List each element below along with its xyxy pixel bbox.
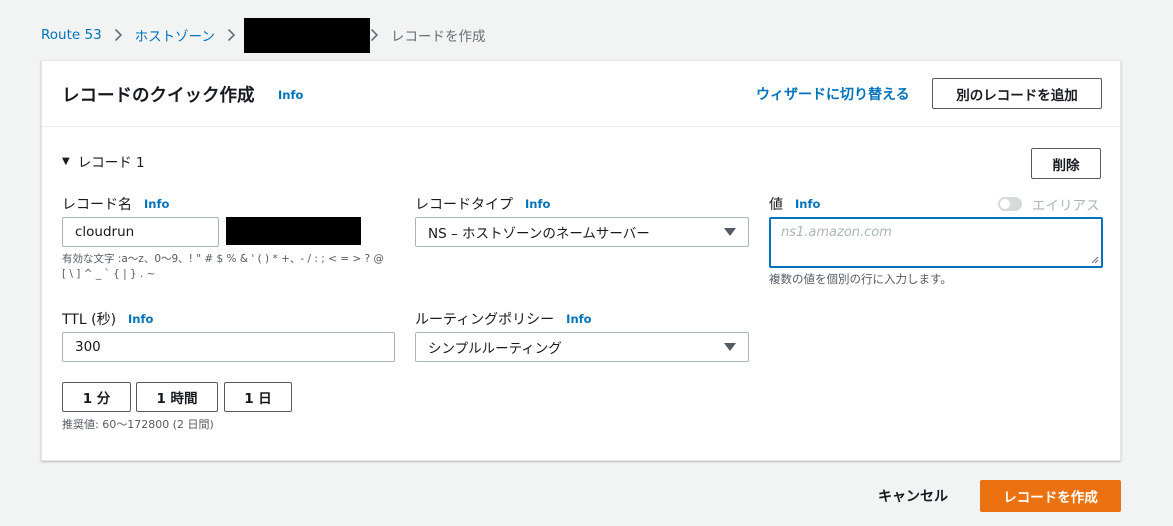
- routing-policy-label: ルーティングポリシー Info: [415, 309, 592, 329]
- title-info-link[interactable]: Info: [278, 88, 303, 102]
- resize-handle-icon[interactable]: [1091, 256, 1099, 264]
- ttl-value: 300: [75, 339, 101, 355]
- ttl-label: TTL (秒) Info: [62, 309, 153, 329]
- ttl-info-link[interactable]: Info: [128, 312, 153, 326]
- record-name-label-text: レコード名: [62, 197, 132, 213]
- record-1-label: レコード 1: [77, 155, 145, 171]
- chevron-right-icon: [227, 28, 236, 42]
- chevron-right-icon: [114, 28, 123, 42]
- routing-policy-info-link[interactable]: Info: [566, 312, 591, 326]
- value-label-text: 値: [769, 197, 783, 213]
- record-type-info-link[interactable]: Info: [525, 197, 550, 211]
- dropdown-arrow-icon: [724, 228, 736, 236]
- record-type-label: レコードタイプ Info: [415, 194, 550, 214]
- routing-policy-label-text: ルーティングポリシー: [415, 312, 555, 328]
- redacted-domain-suffix: [226, 217, 361, 245]
- record-name-input[interactable]: cloudrun: [62, 217, 219, 247]
- ttl-label-text: TTL (秒): [62, 312, 117, 328]
- record-type-label-text: レコードタイプ: [415, 197, 513, 213]
- value-textarea[interactable]: ns1.amazon.com: [769, 217, 1103, 268]
- ttl-1-hour-button[interactable]: 1 時間: [136, 382, 218, 412]
- value-label: 値 Info: [769, 194, 820, 214]
- record-name-hint-line2: [ \ ] ^ _ ` { | } . ~: [62, 268, 156, 280]
- alias-toggle[interactable]: エイリアス: [998, 194, 1100, 214]
- panel-header: レコードのクイック作成 Info ウィザードに切り替える 別のレコードを追加: [42, 61, 1120, 127]
- record-name-value: cloudrun: [75, 224, 135, 240]
- record-name-label: レコード名 Info: [62, 194, 169, 214]
- switch-to-wizard-link[interactable]: ウィザードに切り替える: [756, 84, 910, 104]
- caret-down-icon: ▼: [62, 155, 70, 167]
- value-placeholder: ns1.amazon.com: [781, 225, 892, 240]
- quick-create-panel: レコードのクイック作成 Info ウィザードに切り替える 別のレコードを追加 ▼…: [41, 60, 1121, 461]
- dropdown-arrow-icon: [724, 343, 736, 351]
- ttl-hint: 推奨値: 60〜172800 (2 日間): [62, 418, 214, 431]
- record-type-value: NS – ホストゾーンのネームサーバー: [428, 226, 650, 242]
- breadcrumb: Route 53 ホストゾーン レコードを作成: [41, 17, 486, 53]
- chevron-right-icon: [370, 28, 379, 42]
- ttl-input[interactable]: 300: [62, 332, 395, 362]
- toggle-switch-icon: [998, 197, 1022, 211]
- routing-policy-select[interactable]: シンプルルーティング: [415, 332, 749, 362]
- page-title: レコードのクイック作成: [62, 86, 255, 106]
- record-1-toggle[interactable]: ▼ レコード 1: [62, 151, 145, 171]
- value-hint: 複数の値を個別の行に入力します。: [769, 272, 952, 286]
- record-name-hint-line1: 有効な文字 :a〜z、0〜9、! " # $ % & ' ( ) * +、- /…: [62, 253, 384, 265]
- ttl-1-minute-button[interactable]: 1 分: [62, 382, 131, 412]
- redacted-zone-name[interactable]: [244, 17, 370, 53]
- value-info-link[interactable]: Info: [795, 197, 820, 211]
- create-records-button[interactable]: レコードを作成: [980, 480, 1121, 512]
- routing-policy-value: シンプルルーティング: [428, 341, 562, 357]
- add-another-record-button[interactable]: 別のレコードを追加: [932, 78, 1102, 109]
- breadcrumb-hosted-zones[interactable]: ホストゾーン: [135, 25, 215, 45]
- breadcrumb-current: レコードを作成: [391, 29, 486, 45]
- cancel-button[interactable]: キャンセル: [878, 486, 948, 506]
- alias-label: エイリアス: [1032, 198, 1100, 214]
- delete-button[interactable]: 削除: [1031, 148, 1101, 179]
- record-name-hint: 有効な文字 :a〜z、0〜9、! " # $ % & ' ( ) * +、- /…: [62, 252, 384, 282]
- ttl-1-day-button[interactable]: 1 日: [224, 382, 292, 412]
- record-type-select[interactable]: NS – ホストゾーンのネームサーバー: [415, 217, 749, 247]
- record-name-info-link[interactable]: Info: [144, 197, 169, 211]
- breadcrumb-route53[interactable]: Route 53: [41, 27, 102, 43]
